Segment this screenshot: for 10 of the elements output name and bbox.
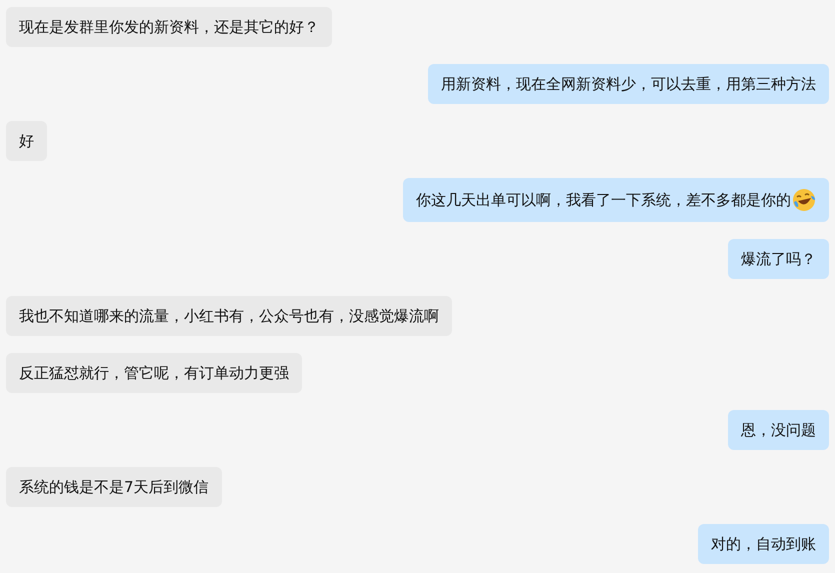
message-bubble: 现在是发群里你发的新资料，还是其它的好？ [6, 7, 332, 47]
message-bubble: 爆流了吗？ [728, 239, 829, 279]
message-bubble: 对的，自动到账 [698, 524, 829, 564]
message-bubble: 我也不知道哪来的流量，小红书有，公众号也有，没感觉爆流啊 [6, 296, 452, 336]
message-bubble: 恩，没问题 [728, 410, 829, 450]
message-bubble: 反正猛怼就行，管它呢，有订单动力更强 [6, 353, 302, 393]
message-bubble: 好 [6, 121, 47, 161]
message-bubble: 用新资料，现在全网新资料少，可以去重，用第三种方法 [428, 64, 829, 104]
message-bubble: 你这几天出单可以啊，我看了一下系统，差不多都是你的 [403, 178, 829, 222]
message-bubble: 系统的钱是不是7天后到微信 [6, 467, 222, 507]
